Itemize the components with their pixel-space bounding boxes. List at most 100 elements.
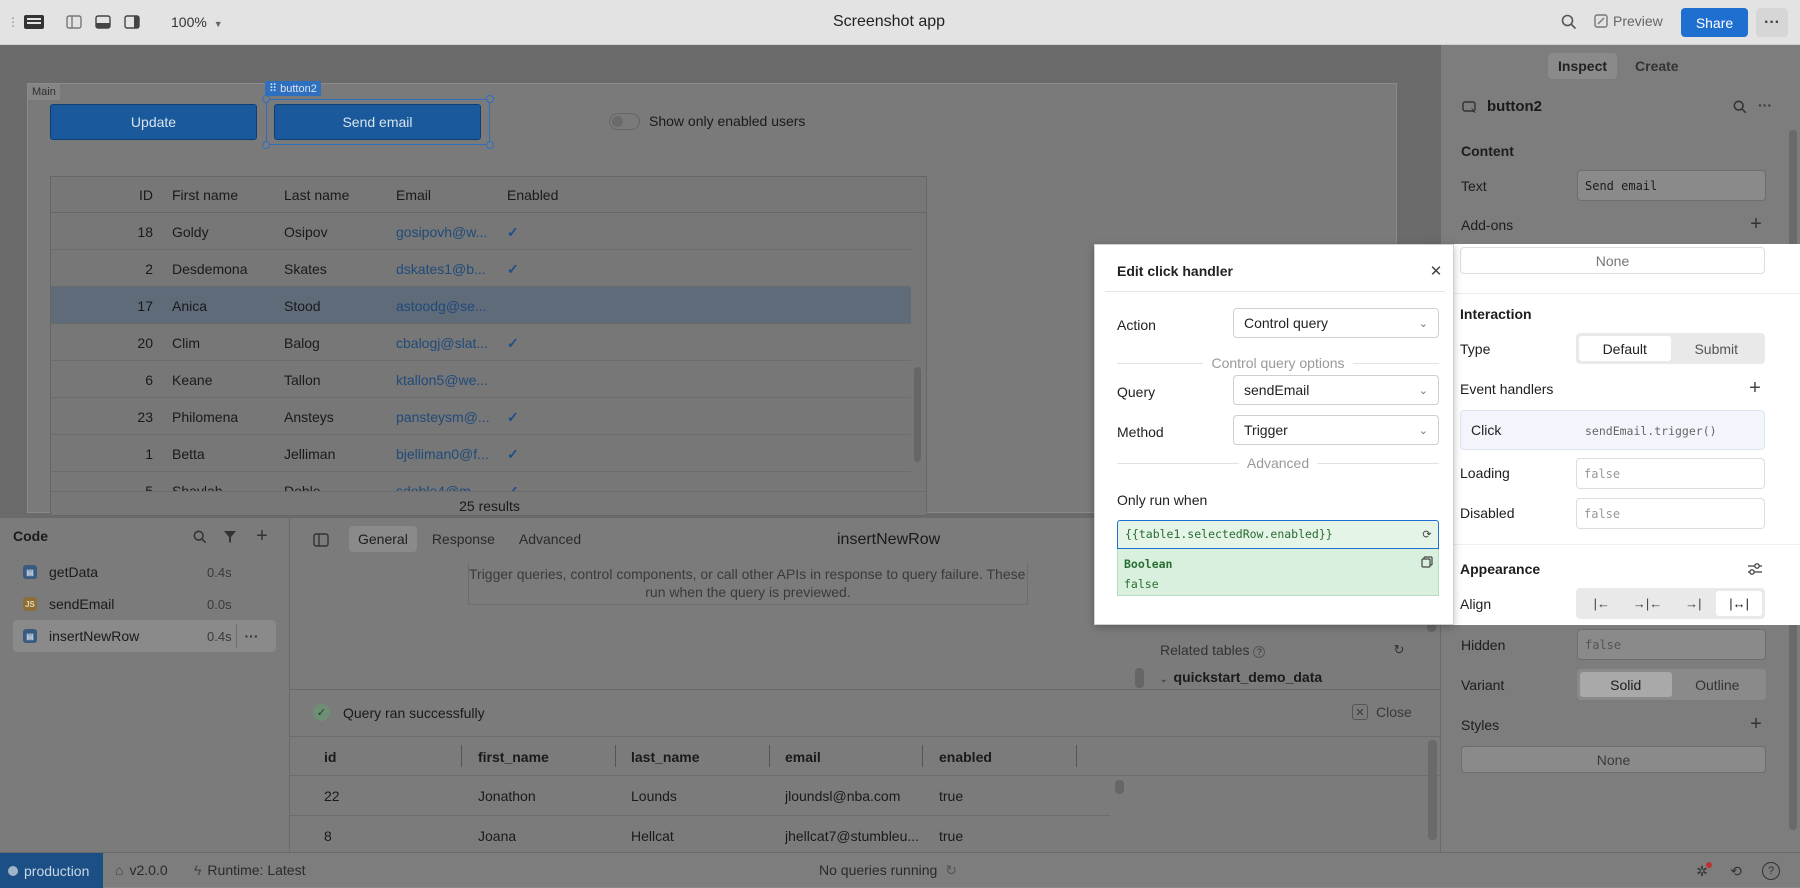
close-results-button[interactable]: ✕ Close — [1352, 704, 1412, 720]
type-default[interactable]: Default — [1579, 336, 1671, 361]
resize-handle[interactable] — [262, 141, 270, 149]
resize-handle[interactable] — [262, 95, 270, 103]
table-row[interactable]: 6 Keane Tallon ktallon5@we... — [51, 361, 911, 398]
top-bar: ⋮ 100% ▼ Screenshot app Preview Share ··… — [0, 0, 1800, 45]
plus-icon[interactable]: + — [252, 525, 272, 547]
styles-field[interactable]: None — [1461, 746, 1766, 773]
table-row[interactable]: 20 Clim Balog cbalogj@slat... ✓ — [51, 324, 911, 361]
align-left-icon[interactable]: |← — [1579, 591, 1625, 616]
editor-scrollbar[interactable] — [1135, 668, 1144, 688]
table-row[interactable]: 17 Anica Stood astoodg@se... — [51, 287, 911, 324]
preview-button[interactable]: Preview — [1594, 13, 1663, 29]
close-icon[interactable]: ✕ — [1427, 262, 1445, 280]
help-icon[interactable]: ? — [1762, 862, 1780, 880]
environment-badge[interactable]: production — [0, 853, 103, 888]
send-email-button[interactable]: Send email — [274, 104, 481, 140]
enabled-users-toggle[interactable] — [609, 113, 640, 130]
resize-handle[interactable] — [486, 141, 494, 149]
plus-icon[interactable]: + — [1745, 377, 1765, 399]
cell-id: 2 — [145, 261, 153, 277]
tab-response[interactable]: Response — [423, 526, 504, 552]
cell-email[interactable]: ktallon5@we... — [396, 372, 491, 388]
cell-email[interactable]: astoodg@se... — [396, 298, 491, 314]
cell-email[interactable]: sdoble4@m... — [396, 483, 491, 491]
component-name[interactable]: button2 — [1487, 98, 1542, 115]
more-options-icon[interactable]: ··· — [236, 624, 266, 648]
tab-general[interactable]: General — [349, 526, 417, 552]
method-select[interactable]: Trigger ⌄ — [1233, 415, 1439, 445]
align-stretch-icon[interactable]: |↔| — [1716, 591, 1762, 616]
panel-scrollbar[interactable] — [1428, 740, 1437, 840]
result-row[interactable]: 8 Joana Hellcat jhellcat7@stumbleu... true — [290, 816, 1110, 853]
table-row[interactable]: 18 Goldy Osipov gosipovh@w... ✓ — [51, 213, 911, 250]
section-divider: Advanced — [1117, 455, 1439, 471]
history-icon[interactable]: ⟲ — [1727, 862, 1745, 880]
table-footer: 25 results — [51, 491, 926, 515]
only-run-when-input[interactable]: {{table1.selectedRow.enabled}} ⟳ — [1117, 520, 1439, 549]
variant-solid[interactable]: Solid — [1580, 672, 1672, 697]
text-field[interactable]: Send email — [1577, 170, 1766, 201]
results-scrollbar[interactable] — [1115, 780, 1124, 794]
column-header[interactable]: enabled — [939, 749, 992, 765]
action-select[interactable]: Control query ⌄ — [1233, 308, 1439, 338]
search-icon[interactable] — [1731, 98, 1749, 116]
search-icon[interactable] — [1558, 12, 1580, 32]
loading-field[interactable]: false — [1576, 458, 1765, 489]
hidden-field[interactable]: false — [1577, 629, 1766, 660]
expand-editor-icon[interactable]: ⟳ — [1420, 527, 1434, 541]
cell-email[interactable]: bjelliman0@f... — [396, 446, 491, 462]
tab-advanced[interactable]: Advanced — [510, 526, 590, 552]
refresh-icon[interactable]: ↻ — [1391, 642, 1407, 658]
column-header-last-name[interactable]: Last name — [284, 187, 349, 203]
column-header-id[interactable]: ID — [123, 187, 153, 203]
resize-handle[interactable] — [486, 95, 494, 103]
table-row[interactable]: 2 Desdemona Skates dskates1@b... ✓ — [51, 250, 911, 287]
column-header[interactable]: id — [324, 749, 336, 765]
runtime-label[interactable]: ϟ Runtime: Latest — [194, 862, 305, 878]
table-scrollbar[interactable] — [914, 367, 921, 462]
debug-bug-icon[interactable]: ✲ — [1693, 862, 1712, 880]
version-label[interactable]: ⌂ v2.0.0 — [115, 862, 168, 878]
column-header-first-name[interactable]: First name — [172, 187, 238, 203]
column-header[interactable]: email — [785, 749, 821, 765]
column-header-enabled[interactable]: Enabled — [507, 187, 558, 203]
sidebar-toggle-icon[interactable] — [312, 532, 330, 548]
query-item-getData[interactable]: ▤ getData 0.4s — [13, 556, 276, 588]
align-right-icon[interactable]: →| — [1671, 591, 1717, 616]
update-button[interactable]: Update — [50, 104, 257, 140]
tab-create[interactable]: Create — [1625, 53, 1689, 79]
query-select[interactable]: sendEmail ⌄ — [1233, 375, 1439, 405]
related-table-item[interactable]: ⌄ quickstart_demo_data — [1160, 669, 1322, 685]
filter-icon[interactable] — [221, 528, 239, 546]
align-center-icon[interactable]: →|← — [1625, 591, 1671, 616]
column-header-email[interactable]: Email — [396, 187, 431, 203]
column-header[interactable]: first_name — [478, 749, 549, 765]
query-item-insertNewRow[interactable]: ▤ insertNewRow 0.4s ··· — [13, 620, 276, 652]
table-row[interactable]: 1 Betta Jelliman bjelliman0@f... ✓ — [51, 435, 911, 472]
tab-inspect[interactable]: Inspect — [1548, 53, 1618, 79]
share-button[interactable]: Share — [1681, 8, 1748, 37]
table-row[interactable]: 5 Shaylah Doble sdoble4@m... ✓ — [51, 472, 911, 491]
disabled-field[interactable]: false — [1576, 498, 1765, 529]
column-header[interactable]: last_name — [631, 749, 699, 765]
plus-icon[interactable]: + — [1746, 713, 1766, 735]
cell-email[interactable]: dskates1@b... — [396, 261, 491, 277]
more-options-icon[interactable]: ··· — [1755, 96, 1775, 114]
event-handler-row[interactable]: Click sendEmail.trigger() — [1460, 410, 1765, 450]
addons-field[interactable]: None — [1460, 247, 1765, 274]
cell-email[interactable]: cbalogj@slat... — [396, 335, 491, 351]
cell-email[interactable]: pansteysm@... — [396, 409, 491, 425]
sliders-icon[interactable] — [1746, 560, 1764, 578]
type-submit[interactable]: Submit — [1671, 336, 1763, 361]
result-row[interactable]: 22 Jonathon Lounds jloundsl@nba.com true — [290, 776, 1110, 816]
more-options-icon[interactable]: ··· — [1756, 8, 1788, 37]
search-icon[interactable] — [191, 528, 209, 546]
plus-icon[interactable]: + — [1746, 213, 1766, 235]
query-time: 0.0s — [207, 597, 232, 612]
table-row[interactable]: 23 Philomena Ansteys pansteysm@... ✓ — [51, 398, 911, 435]
cell-last-name: Osipov — [284, 224, 328, 240]
variant-outline[interactable]: Outline — [1672, 672, 1764, 697]
copy-icon[interactable] — [1420, 555, 1434, 569]
cell-email[interactable]: gosipovh@w... — [396, 224, 491, 240]
query-item-sendEmail[interactable]: JS sendEmail 0.0s — [13, 588, 276, 620]
